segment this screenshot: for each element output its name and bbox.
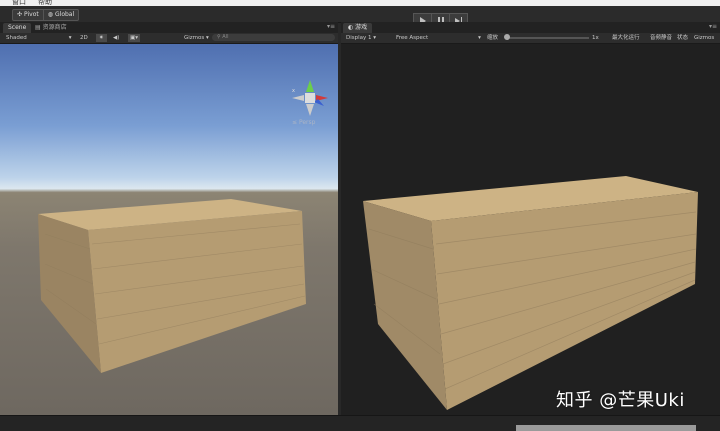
game-tab-icon: ◐ [348, 24, 354, 31]
status-field [516, 425, 696, 431]
pivot-toggle-group: ✣ Pivot ◍ Global [12, 9, 80, 21]
aspect-dropdown[interactable]: Free Aspect ▾ [396, 34, 481, 42]
persp-icon: ≤ [292, 119, 298, 126]
gizmos-dropdown[interactable]: Gizmos ▾ [184, 34, 209, 42]
global-icon: ◍ [47, 11, 54, 18]
mute-audio-toggle[interactable]: 音频静音 [650, 34, 672, 42]
maximize-on-play-toggle[interactable]: 最大化运行 [612, 34, 640, 42]
tab-scene[interactable]: Scene [3, 23, 32, 33]
scale-slider[interactable] [507, 37, 589, 39]
shading-mode-dropdown[interactable]: Shaded ▾ [6, 34, 71, 42]
pivot-icon: ✣ [17, 11, 23, 18]
status-bar [0, 415, 720, 431]
display-dropdown[interactable]: Display 1 ▾ [346, 34, 376, 42]
stats-toggle[interactable]: 状态 [677, 34, 688, 42]
scene-search-input[interactable]: ⚲ All [212, 34, 335, 41]
asset-store-icon: ▤ [35, 24, 41, 31]
game-tabbar: ◐ 游戏 ▾≡ [341, 22, 720, 33]
game-cube [363, 176, 698, 410]
tab-asset-store[interactable]: ▤ 资源商店 [30, 23, 72, 33]
global-toggle[interactable]: ◍ Global [42, 10, 78, 20]
scale-value: 1x [592, 35, 599, 41]
scene-panel: Scene ▤ 资源商店 ▾≡ Shaded ▾ 2D ✷ ◀) ▣▾ Gizmo… [0, 22, 338, 415]
scene-controls: Shaded ▾ 2D ✷ ◀) ▣▾ Gizmos ▾ ⚲ All [0, 33, 338, 44]
svg-text:x: x [292, 88, 295, 94]
effects-dropdown-icon[interactable]: ▣▾ [128, 34, 140, 42]
search-icon: ⚲ [217, 34, 221, 40]
watermark-text: 知乎 @芒果Uki [556, 390, 685, 411]
2d-toggle[interactable]: 2D [80, 34, 88, 42]
game-gizmos-toggle[interactable]: Gizmos [694, 34, 714, 42]
main-toolbar: ✣ Pivot ◍ Global [0, 6, 720, 28]
game-panel: ◐ 游戏 ▾≡ Display 1 ▾ Free Aspect ▾ 缩放 1x 最… [341, 22, 720, 415]
scene-tabbar: Scene ▤ 资源商店 ▾≡ [0, 22, 338, 33]
game-viewport[interactable] [341, 44, 720, 415]
scale-label: 缩放 [487, 35, 499, 41]
game-controls: Display 1 ▾ Free Aspect ▾ 缩放 1x 最大化运行 音频静… [341, 33, 720, 44]
scene-viewport[interactable]: x ≤ Persp [0, 44, 338, 415]
persp-label[interactable]: ≤ Persp [292, 119, 315, 126]
audio-toggle-icon[interactable]: ◀) [113, 34, 119, 42]
tab-game[interactable]: ◐ 游戏 [343, 23, 373, 33]
panel-menu-icon[interactable]: ▾≡ [327, 23, 335, 30]
orientation-gizmo-icon[interactable]: x [288, 78, 332, 118]
pivot-toggle[interactable]: ✣ Pivot [13, 10, 43, 20]
scale-slider-knob[interactable] [504, 34, 510, 40]
panel-menu-icon[interactable]: ▾≡ [709, 23, 717, 30]
light-toggle-icon[interactable]: ✷ [96, 34, 107, 42]
